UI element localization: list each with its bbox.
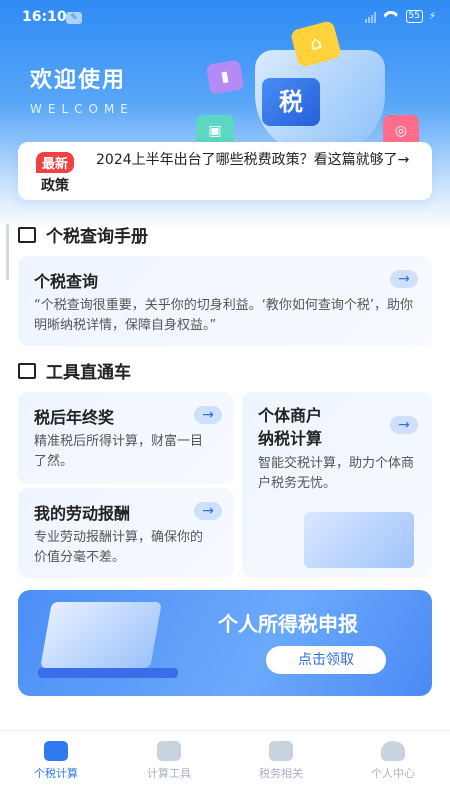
laptop-base (38, 668, 178, 678)
arrow-right-icon: → (194, 502, 222, 520)
badge-latest: 最新 (35, 152, 74, 173)
tab-calc-tools[interactable]: 计算工具 (124, 741, 214, 781)
tax-query-title: 个税查询 (34, 272, 99, 291)
tools-title-text: 工具直通车 (46, 363, 131, 383)
tax-query-card[interactable]: 个税查询 → “个税查询很重要，关乎你的切身利益。‘教你如何查询个税’，助你明晰… (18, 256, 432, 346)
tab-label: 税务相关 (259, 767, 303, 780)
tax-filing-banner[interactable]: 个人所得税申报 点击领取 (18, 590, 432, 696)
banner-title: 个人所得税申报 (218, 612, 358, 636)
laptop-illustration (40, 602, 162, 668)
charging-icon: ⚡ (428, 11, 436, 22)
year-end-bonus-card[interactable]: 税后年终奖 → 精准税后所得计算，财富一目了然。 (18, 392, 234, 484)
tools-section-title: 工具直通车 (18, 358, 131, 383)
claim-button[interactable]: 点击领取 (266, 646, 386, 674)
arrow-right-icon: → (390, 416, 418, 434)
bar-chart-illustration (304, 512, 414, 568)
year-end-bonus-title: 税后年终奖 (34, 408, 115, 427)
wifi-icon (382, 11, 400, 23)
labor-pay-title: 我的劳动报酬 (34, 504, 131, 523)
labor-pay-desc: 专业劳动报酬计算，确保你的价值分毫不差。 (34, 530, 204, 565)
handbook-section-title: 个税查询手册 (18, 222, 148, 247)
person-icon (381, 741, 405, 761)
chart-icon (269, 741, 293, 761)
business-tax-desc: 智能交税计算，助力个体商户税务无忧。 (258, 456, 415, 491)
tab-label: 计算工具 (147, 767, 191, 780)
status-bar: 16:10 ✎ 55 ⚡ (0, 0, 450, 36)
monitor-icon (18, 362, 36, 379)
bar-chart-cube-icon: ▮ (205, 59, 245, 95)
scrollbar[interactable] (6, 224, 9, 280)
arrow-right-icon: → (194, 406, 222, 424)
battery-icon: 55 (405, 10, 423, 23)
calculator-icon (157, 741, 181, 761)
welcome-title: 欢迎使用 (30, 68, 127, 93)
year-end-bonus-desc: 精准税后所得计算，财富一目了然。 (34, 434, 204, 469)
latest-policy-badge: 最新 政策 (30, 152, 80, 195)
tax-query-desc: “个税查询很重要，关乎你的切身利益。‘教你如何查询个税’，助你明晰纳税详情，保障… (34, 298, 413, 333)
business-tax-title: 个体商户 纳税计算 (258, 406, 323, 448)
tab-tax-calc[interactable]: 个税计算 (11, 741, 101, 781)
wrench-icon: ✎ (66, 12, 82, 24)
book-icon (18, 226, 36, 243)
tab-tax-related[interactable]: 税务相关 (236, 741, 326, 781)
tax-calc-icon (44, 741, 68, 761)
tab-profile[interactable]: 个人中心 (348, 741, 438, 781)
labor-pay-card[interactable]: 我的劳动报酬 → 专业劳动报酬计算，确保你的价值分毫不差。 (18, 488, 234, 578)
status-time: 16:10 (22, 9, 67, 25)
policy-news-card[interactable]: 最新 政策 2024上半年出台了哪些税费政策？看这篇就够了→ (18, 142, 432, 200)
tax-cube-icon: 税 (262, 78, 320, 126)
arrow-right-icon: → (390, 270, 418, 288)
business-tax-card[interactable]: 个体商户 纳税计算 → 智能交税计算，助力个体商户税务无忧。 (242, 392, 432, 578)
badge-policy: 政策 (41, 178, 69, 194)
tab-label: 个人中心 (371, 767, 415, 780)
bottom-tab-bar: 个税计算 计算工具 税务相关 个人中心 (0, 730, 450, 801)
news-headline: 2024上半年出台了哪些税费政策？看这篇就够了→ (96, 152, 410, 168)
signal-icon (364, 11, 376, 23)
tab-label: 个税计算 (34, 767, 78, 780)
handbook-title-text: 个税查询手册 (46, 227, 148, 247)
welcome-subtitle: WELCOME (30, 102, 134, 116)
